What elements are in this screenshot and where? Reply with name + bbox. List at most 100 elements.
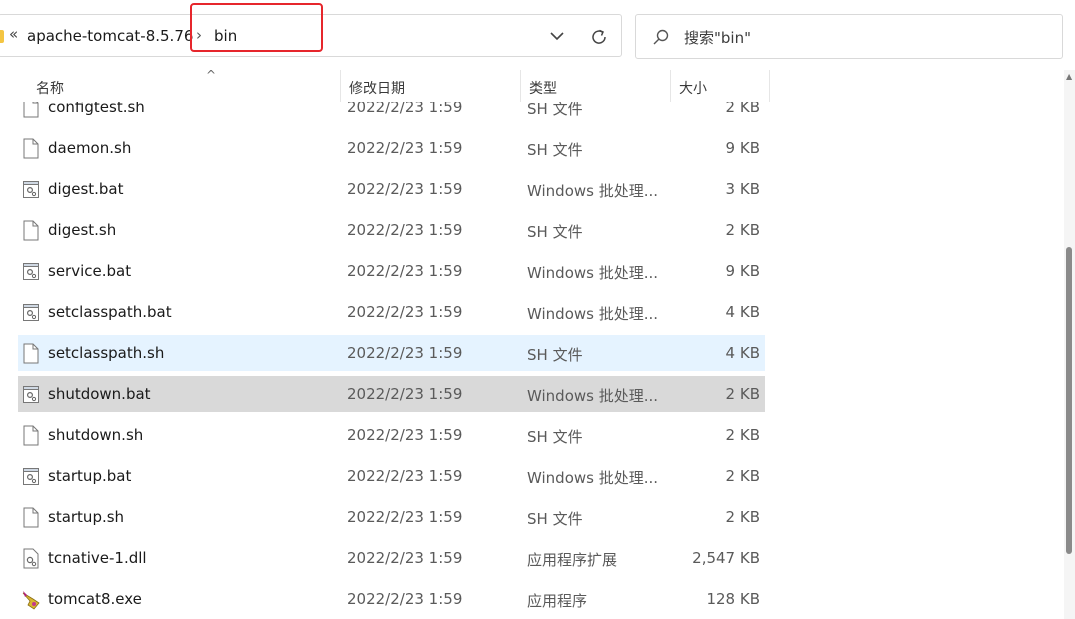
file-type: SH 文件 bbox=[527, 346, 583, 364]
file-type: Windows 批处理... bbox=[527, 182, 659, 200]
breadcrumb-separator-icon[interactable]: › bbox=[196, 26, 202, 44]
breadcrumb-overflow-button[interactable]: « bbox=[9, 25, 18, 43]
column-header-size[interactable]: 大小 bbox=[671, 70, 770, 102]
file-name[interactable]: tcnative-1.dll bbox=[48, 549, 147, 567]
file-type: SH 文件 bbox=[527, 428, 583, 446]
file-name[interactable]: startup.bat bbox=[48, 467, 131, 485]
file-rows: configtest.sh 2022/2/23 1:59 SH 文件 2 KB daem… bbox=[0, 102, 770, 619]
file-size: 9 KB bbox=[725, 139, 760, 157]
file-row[interactable]: daemon.sh 2022/2/23 1:59 SH 文件 9 KB bbox=[0, 128, 770, 169]
navigation-bar: « apache-tomcat-8.5.76 › bin bbox=[0, 0, 1075, 70]
file-row[interactable]: shutdown.bat 2022/2/23 1:59 Windows 批处理...… bbox=[0, 374, 770, 415]
file-name[interactable]: setclasspath.bat bbox=[48, 303, 172, 321]
file-type: Windows 批处理... bbox=[527, 264, 659, 282]
file-name[interactable]: shutdown.sh bbox=[48, 426, 143, 444]
file-row[interactable]: startup.bat 2022/2/23 1:59 Windows 批处理... 2… bbox=[0, 456, 770, 497]
file-row[interactable]: digest.sh 2022/2/23 1:59 SH 文件 2 KB bbox=[0, 210, 770, 251]
breadcrumb-bin[interactable]: bin bbox=[214, 27, 237, 45]
column-header: 名称 ^ 修改日期 类型 大小 bbox=[0, 68, 770, 102]
file-date: 2022/2/23 1:59 bbox=[347, 385, 463, 403]
file-row[interactable]: shutdown.sh 2022/2/23 1:59 SH 文件 2 KB bbox=[0, 415, 770, 456]
address-bar[interactable]: « apache-tomcat-8.5.76 › bin bbox=[0, 14, 622, 57]
file-name[interactable]: daemon.sh bbox=[48, 139, 131, 157]
file-date: 2022/2/23 1:59 bbox=[347, 303, 463, 321]
file-icon bbox=[22, 138, 40, 159]
file-name[interactable]: digest.sh bbox=[48, 221, 116, 239]
file-size: 2,547 KB bbox=[692, 549, 760, 567]
column-date-label: 修改日期 bbox=[349, 81, 405, 97]
file-row[interactable]: startup.sh 2022/2/23 1:59 SH 文件 2 KB bbox=[0, 497, 770, 538]
file-size: 3 KB bbox=[725, 180, 760, 198]
file-size: 9 KB bbox=[725, 262, 760, 280]
file-row[interactable]: service.bat 2022/2/23 1:59 Windows 批处理... 9… bbox=[0, 251, 770, 292]
file-date: 2022/2/23 1:59 bbox=[347, 467, 463, 485]
batch-file-icon bbox=[22, 302, 40, 323]
file-date: 2022/2/23 1:59 bbox=[347, 344, 463, 362]
file-row[interactable]: tomcat8.exe 2022/2/23 1:59 应用程序 128 KB bbox=[0, 579, 770, 619]
file-size: 2 KB bbox=[725, 221, 760, 239]
sort-ascending-icon: ^ bbox=[206, 68, 217, 82]
file-size: 4 KB bbox=[725, 303, 760, 321]
file-icon bbox=[22, 220, 40, 241]
file-type: Windows 批处理... bbox=[527, 387, 659, 405]
file-type: SH 文件 bbox=[527, 141, 583, 159]
file-date: 2022/2/23 1:59 bbox=[347, 102, 463, 116]
tomcat-exe-icon bbox=[22, 589, 40, 610]
file-date: 2022/2/23 1:59 bbox=[347, 590, 463, 608]
file-date: 2022/2/23 1:59 bbox=[347, 508, 463, 526]
file-type: SH 文件 bbox=[527, 223, 583, 241]
file-size: 2 KB bbox=[725, 102, 760, 116]
file-name[interactable]: shutdown.bat bbox=[48, 385, 151, 403]
file-date: 2022/2/23 1:59 bbox=[347, 426, 463, 444]
file-date: 2022/2/23 1:59 bbox=[347, 180, 463, 198]
vertical-scrollbar[interactable]: ▲ bbox=[1064, 70, 1075, 619]
chevron-down-icon[interactable] bbox=[549, 30, 565, 42]
file-size: 2 KB bbox=[725, 426, 760, 444]
scrollbar-thumb[interactable] bbox=[1066, 247, 1072, 554]
search-box[interactable] bbox=[635, 14, 1063, 59]
dll-file-icon bbox=[22, 548, 40, 569]
file-icon bbox=[22, 425, 40, 446]
column-header-name[interactable]: 名称 ^ bbox=[28, 68, 341, 102]
file-size: 128 KB bbox=[706, 590, 760, 608]
file-type: SH 文件 bbox=[527, 102, 583, 118]
file-size: 2 KB bbox=[725, 508, 760, 526]
column-type-label: 类型 bbox=[529, 81, 557, 97]
file-type: Windows 批处理... bbox=[527, 305, 659, 323]
file-icon bbox=[22, 343, 40, 364]
file-type: Windows 批处理... bbox=[527, 469, 659, 487]
column-header-type[interactable]: 类型 bbox=[521, 70, 671, 102]
breadcrumb-apache-tomcat[interactable]: apache-tomcat-8.5.76 bbox=[27, 27, 193, 45]
column-header-date[interactable]: 修改日期 bbox=[341, 70, 521, 102]
file-row[interactable]: configtest.sh 2022/2/23 1:59 SH 文件 2 KB bbox=[0, 102, 770, 128]
file-date: 2022/2/23 1:59 bbox=[347, 221, 463, 239]
refresh-icon[interactable] bbox=[589, 27, 609, 47]
file-name[interactable]: tomcat8.exe bbox=[48, 590, 142, 608]
file-size: 2 KB bbox=[725, 385, 760, 403]
file-size: 2 KB bbox=[725, 467, 760, 485]
file-row[interactable]: tcnative-1.dll 2022/2/23 1:59 应用程序扩展 2,547 … bbox=[0, 538, 770, 579]
file-name[interactable]: startup.sh bbox=[48, 508, 124, 526]
scroll-up-icon[interactable]: ▲ bbox=[1066, 72, 1072, 81]
file-icon bbox=[22, 507, 40, 528]
file-name[interactable]: configtest.sh bbox=[48, 102, 145, 116]
search-icon bbox=[653, 29, 669, 45]
batch-file-icon bbox=[22, 466, 40, 487]
file-type: 应用程序扩展 bbox=[527, 551, 618, 569]
column-name-label: 名称 bbox=[36, 81, 64, 97]
file-name[interactable]: setclasspath.sh bbox=[48, 344, 164, 362]
file-type: 应用程序 bbox=[527, 592, 588, 610]
file-date: 2022/2/23 1:59 bbox=[347, 139, 463, 157]
batch-file-icon bbox=[22, 384, 40, 405]
file-type: SH 文件 bbox=[527, 510, 583, 528]
batch-file-icon bbox=[22, 179, 40, 200]
file-row[interactable]: setclasspath.sh 2022/2/23 1:59 SH 文件 4 KB bbox=[0, 333, 770, 374]
file-date: 2022/2/23 1:59 bbox=[347, 262, 463, 280]
file-name[interactable]: service.bat bbox=[48, 262, 131, 280]
file-row[interactable]: digest.bat 2022/2/23 1:59 Windows 批处理... 3 … bbox=[0, 169, 770, 210]
column-size-label: 大小 bbox=[679, 81, 707, 97]
file-row[interactable]: setclasspath.bat 2022/2/23 1:59 Windows 批处… bbox=[0, 292, 770, 333]
search-input[interactable] bbox=[682, 25, 1046, 51]
file-name[interactable]: digest.bat bbox=[48, 180, 124, 198]
file-icon bbox=[22, 102, 40, 118]
